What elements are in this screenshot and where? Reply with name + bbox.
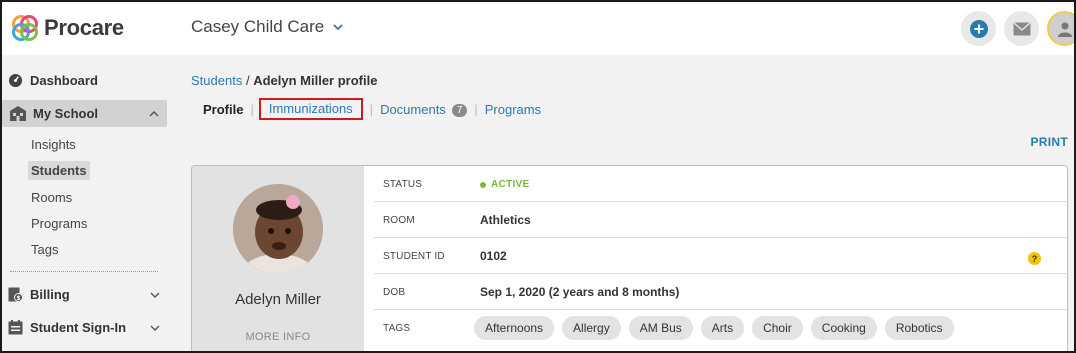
student-photo (233, 184, 323, 274)
sidebar-item-students[interactable]: Students (28, 161, 90, 180)
chevron-down-icon (333, 24, 343, 31)
chevron-up-icon (149, 111, 159, 117)
sidebar-item-label: My School (33, 106, 99, 121)
school-name: Casey Child Care (191, 17, 325, 36)
tab-programs[interactable]: Programs (485, 102, 541, 117)
room-row: ROOM Athletics (374, 202, 1067, 238)
status-row: STATUS ACTIVE (374, 166, 1067, 202)
field-label: TAGS (383, 323, 411, 334)
more-info-link[interactable]: MORE INFO (192, 331, 364, 343)
sidebar-item-tags[interactable]: Tags (31, 242, 58, 257)
top-bar: Procare Casey Child Care (2, 2, 1076, 55)
print-button[interactable]: PRINT (1031, 135, 1069, 149)
tags-row: TAGS Afternoons Allergy AM Bus Arts Choi… (374, 310, 1067, 346)
tag-chip[interactable]: Afternoons (474, 316, 555, 340)
field-label: STATUS (383, 179, 423, 190)
plus-circle-icon (969, 19, 988, 38)
procare-logo[interactable]: Procare (10, 13, 124, 43)
tab-separator: | (250, 101, 254, 117)
sidebar-item-rooms[interactable]: Rooms (31, 190, 72, 205)
tag-list: Afternoons Allergy AM Bus Arts Choir Coo… (474, 316, 954, 340)
calendar-icon (8, 320, 23, 335)
app-name: Procare (44, 15, 124, 40)
sidebar-item-label: Billing (30, 287, 70, 302)
school-icon (10, 106, 26, 121)
status-dot-icon (480, 181, 486, 188)
envelope-icon (1013, 21, 1030, 35)
sidebar: Dashboard My School Insights Students Ro… (2, 55, 180, 351)
tab-immunizations[interactable]: Immunizations (258, 98, 363, 120)
tab-separator: | (369, 101, 374, 117)
user-icon (1057, 22, 1072, 37)
sidebar-item-billing[interactable]: $ Billing (8, 287, 160, 302)
student-id-row: STUDENT ID 0102 ? (374, 238, 1067, 274)
school-selector[interactable]: Casey Child Care (191, 17, 344, 37)
sidebar-item-my-school[interactable]: My School (2, 100, 167, 127)
profile-card: Adelyn Miller MORE INFO STATUS ACTIVE RO… (191, 165, 1068, 353)
student-id-value: 0102 (480, 249, 507, 263)
chevron-down-icon (150, 292, 160, 298)
tag-chip[interactable]: Allergy (562, 316, 621, 340)
procare-logo-icon (12, 15, 38, 41)
billing-icon: $ (8, 287, 23, 302)
add-button[interactable] (961, 11, 996, 46)
status-value: ACTIVE (491, 179, 530, 190)
chevron-down-icon (150, 325, 160, 331)
documents-count-badge: 7 (451, 103, 468, 117)
sidebar-item-label: Student Sign-In (30, 320, 127, 335)
sidebar-item-programs[interactable]: Programs (31, 216, 87, 231)
svg-text:$: $ (16, 295, 20, 302)
tag-chip[interactable]: Cooking (810, 316, 877, 340)
student-name: Adelyn Miller (235, 291, 321, 308)
sidebar-divider (10, 271, 158, 272)
dob-value: Sep 1, 2020 (2 years and 8 months) (480, 285, 680, 299)
messages-button[interactable] (1004, 11, 1039, 46)
tab-separator: | (474, 101, 478, 117)
tag-chip[interactable]: Arts (700, 316, 745, 340)
profile-tabs: Profile | Immunizations | Documents 7 | P… (203, 98, 541, 120)
field-label: ROOM (383, 215, 415, 226)
tag-chip[interactable]: AM Bus (628, 316, 693, 340)
tag-chip[interactable]: Choir (752, 316, 803, 340)
field-label: DOB (383, 287, 406, 298)
room-value: Athletics (480, 213, 531, 227)
sidebar-item-label: Dashboard (30, 73, 98, 88)
breadcrumb: Students / Adelyn Miller profile (191, 73, 377, 88)
help-icon[interactable]: ? (1028, 252, 1041, 265)
breadcrumb-separator: / (245, 73, 250, 88)
tag-chip[interactable]: Robotics (884, 316, 954, 340)
sidebar-item-student-sign-in[interactable]: Student Sign-In (8, 320, 160, 335)
sidebar-item-dashboard[interactable]: Dashboard (8, 73, 98, 88)
breadcrumb-students-link[interactable]: Students (191, 73, 242, 88)
sidebar-item-insights[interactable]: Insights (31, 137, 76, 152)
profile-fields: STATUS ACTIVE ROOM Athletics STUDENT ID … (374, 166, 1067, 346)
dob-row: DOB Sep 1, 2020 (2 years and 8 months) (374, 274, 1067, 310)
status-badge: ACTIVE (480, 179, 529, 190)
dashboard-icon (8, 73, 23, 88)
profile-summary: Adelyn Miller MORE INFO (192, 166, 364, 353)
user-avatar[interactable] (1047, 11, 1076, 46)
page-title: Adelyn Miller profile (253, 73, 378, 88)
tab-documents[interactable]: Documents 7 (380, 101, 468, 117)
tab-profile[interactable]: Profile (203, 102, 243, 117)
field-label: STUDENT ID (383, 251, 445, 262)
tab-documents-label: Documents (380, 101, 446, 117)
